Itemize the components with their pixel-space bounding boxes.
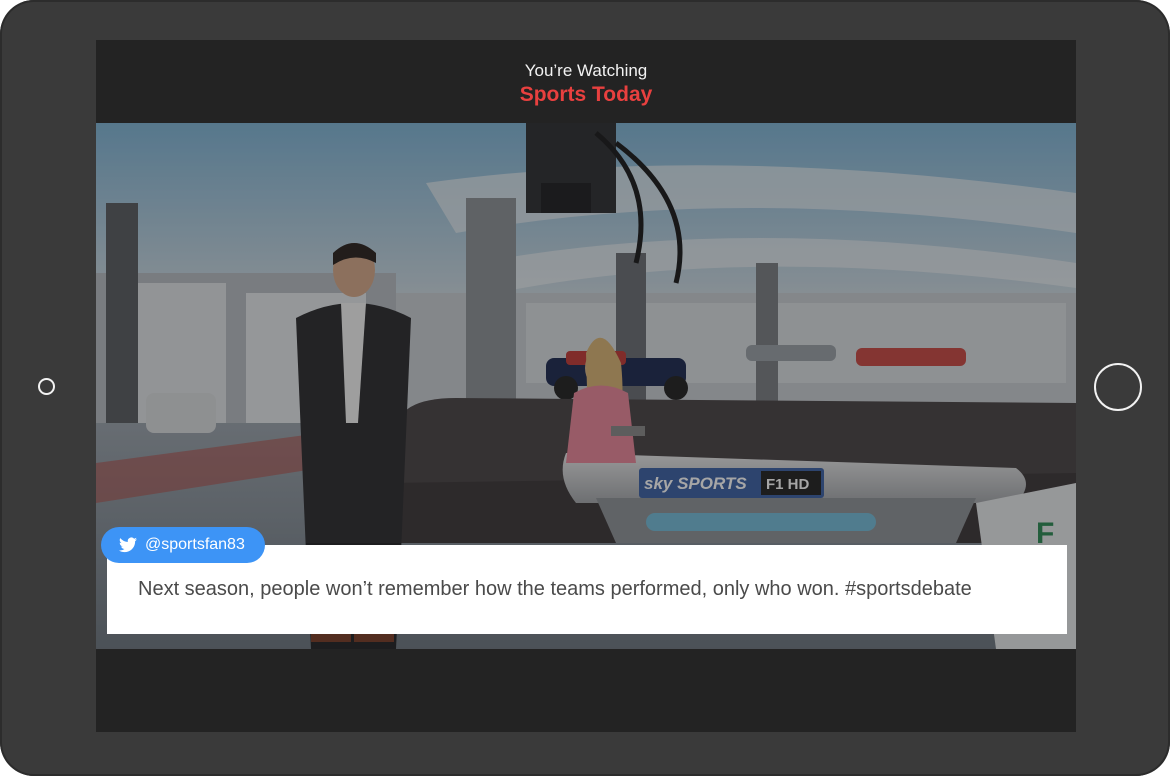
show-title: Sports Today — [519, 83, 653, 106]
now-watching-header: You’re Watching Sports Today — [96, 40, 1076, 123]
tweet-handle-badge[interactable]: @sportsfan83 — [101, 527, 265, 563]
video-player[interactable]: sky SPORTS F1 HD F Next season, people w… — [96, 123, 1076, 649]
home-button[interactable] — [1094, 363, 1142, 411]
twitter-bird-icon — [119, 537, 137, 553]
tweet-handle: @sportsfan83 — [145, 536, 245, 553]
tweet-text: Next season, people won’t remember how t… — [138, 578, 972, 600]
front-camera — [38, 378, 55, 395]
screen: You’re Watching Sports Today sky SPORTS … — [96, 40, 1076, 732]
tablet-frame: You’re Watching Sports Today sky SPORTS … — [0, 0, 1170, 776]
watching-label: You’re Watching — [524, 61, 648, 80]
